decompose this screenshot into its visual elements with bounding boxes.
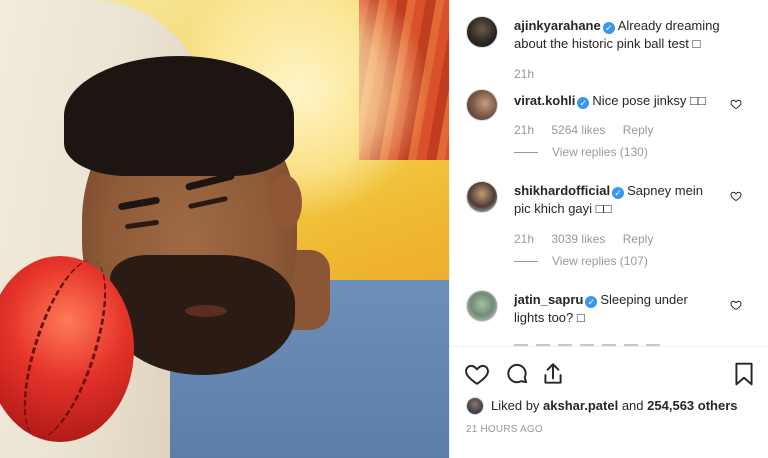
- author-username[interactable]: ajinkyarahane: [514, 18, 601, 33]
- post-side-panel: ajinkyarahane ✓ Already dreaming about the…: [449, 0, 768, 458]
- comments-list[interactable]: ajinkyarahane ✓ Already dreaming about the…: [450, 0, 768, 346]
- commenter-avatar[interactable]: [466, 290, 498, 322]
- liker-username[interactable]: akshar.patel: [543, 397, 618, 415]
- comment-likes[interactable]: 3039 likes: [551, 232, 605, 246]
- caption-meta: 21h: [514, 67, 548, 81]
- comment-emoji: □□: [689, 93, 706, 108]
- likes-others-count[interactable]: 254,563 others: [647, 397, 737, 415]
- comment-2: shikhardofficial ✓ Sapney mein pic khich g…: [514, 182, 704, 218]
- commenter-avatar[interactable]: [466, 181, 498, 213]
- comment-emoji: □: [576, 310, 585, 325]
- replies-divider: [514, 152, 538, 154]
- author-avatar[interactable]: [466, 16, 498, 48]
- bookmark-icon[interactable]: [731, 361, 757, 387]
- heart-outline-icon[interactable]: [730, 299, 742, 311]
- view-replies-button[interactable]: View replies (130): [514, 145, 648, 159]
- commenter-username[interactable]: shikhardofficial: [514, 183, 610, 198]
- caption-time: 21h: [514, 67, 535, 81]
- post-photo[interactable]: [0, 0, 449, 458]
- likes-prefix: Liked by: [491, 398, 540, 413]
- verified-badge-icon: ✓: [577, 97, 590, 109]
- verified-badge-icon: ✓: [602, 22, 615, 34]
- like-heart-icon[interactable]: [464, 361, 490, 387]
- likes-middle: and: [621, 398, 644, 413]
- comment-time: 21h: [514, 232, 535, 246]
- mouth: [185, 305, 227, 317]
- reply-button[interactable]: Reply: [623, 123, 654, 137]
- heart-outline-icon[interactable]: [730, 190, 742, 202]
- view-replies-label[interactable]: View replies (130): [552, 145, 648, 159]
- likes-summary: Liked by akshar.patel and 254,563 others: [466, 397, 738, 415]
- comment-1: virat.kohli ✓ Nice pose jinksy □□: [514, 92, 724, 110]
- view-replies-label[interactable]: View replies (107): [552, 254, 648, 268]
- comment-text: Nice pose jinksy: [592, 93, 687, 108]
- comment-bubble-icon[interactable]: [504, 361, 530, 387]
- post-actions: Liked by akshar.patel and 254,563 others…: [450, 346, 768, 458]
- verified-badge-icon: ✓: [585, 296, 598, 308]
- comment-time: 21h: [514, 123, 535, 137]
- hair: [64, 56, 294, 176]
- comment-1-meta: 21h 5264 likes Reply: [514, 123, 667, 137]
- heart-outline-icon[interactable]: [730, 98, 742, 110]
- liker-avatar[interactable]: [466, 397, 484, 415]
- replies-divider: [514, 261, 538, 263]
- commenter-username[interactable]: jatin_sapru: [514, 292, 583, 307]
- view-replies-button[interactable]: View replies (107): [514, 254, 648, 268]
- ear: [268, 175, 302, 230]
- caption-emoji: □: [692, 36, 701, 51]
- commenter-avatar[interactable]: [466, 89, 498, 121]
- reply-button[interactable]: Reply: [623, 232, 654, 246]
- post-caption: ajinkyarahane ✓ Already dreaming about the…: [514, 17, 744, 53]
- share-icon[interactable]: [540, 361, 566, 387]
- comment-2-meta: 21h 3039 likes Reply: [514, 232, 667, 246]
- post-timestamp[interactable]: 21 HOURS AGO: [466, 424, 543, 435]
- commenter-username[interactable]: virat.kohli: [514, 93, 575, 108]
- comment-emoji: □□: [595, 201, 612, 216]
- verified-badge-icon: ✓: [612, 187, 625, 199]
- comment-likes[interactable]: 5264 likes: [551, 123, 605, 137]
- comment-3: jatin_sapru ✓ Sleeping under lights too? □: [514, 291, 704, 327]
